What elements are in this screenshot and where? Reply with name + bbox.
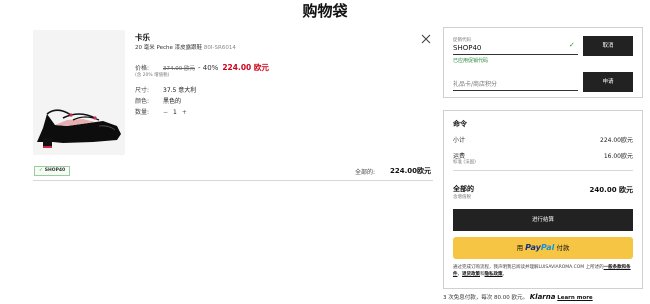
klarna-installments: 3 次免息付款，每次 80.00 欧元。 Klarna Learn more (443, 293, 593, 301)
product-code: 80I-SR6014 (203, 45, 236, 51)
subtotal-label: 小计 (453, 137, 466, 144)
promo-valid-check-icon: ✓ (569, 41, 575, 49)
color-value: 黑色的 (163, 98, 182, 105)
shipping-method: 标准 (法国) (453, 160, 476, 165)
color-label: 颜色: (135, 98, 150, 105)
terms-notice: 通过完成订购流程，我声明我已阅读并理解LUISAVIAROMA.COM 上所述的… (453, 264, 635, 278)
price-label: 价格: (135, 65, 150, 72)
cancel-promo-button[interactable]: 取消 (583, 36, 633, 56)
product-name[interactable]: 20 毫米 Peche 漆皮露跟鞋 80I-SR6014 (135, 43, 236, 51)
size-label: 尺寸: (135, 87, 150, 94)
sale-price: 224.00 欧元 (222, 63, 269, 72)
quantity-row: 数量: −1 + (135, 107, 187, 116)
discount-percent: - 40% (198, 64, 219, 72)
product-image[interactable] (33, 30, 125, 155)
coupon-code-text: SHOP40 (44, 168, 66, 173)
checkout-button[interactable]: 进行结算 (453, 209, 633, 231)
gift-card-input[interactable]: 礼品卡/商店积分 (453, 79, 497, 88)
order-total-label: 全部的 (453, 185, 474, 193)
quantity-label: 数量: (135, 109, 150, 116)
paypal-prefix: 用 (516, 244, 524, 252)
order-total-vat: 含增值税 (453, 195, 471, 200)
size-row: 尺寸: 37.5 意大利 (135, 85, 196, 94)
paypal-button[interactable]: 用 PayPal 付款 (453, 237, 633, 259)
paypal-suffix: 付款 (556, 244, 570, 252)
promo-input-underline (453, 54, 578, 55)
return-policy-link[interactable]: 退货政策 (462, 272, 480, 277)
terms-text: 通过完成订购流程，我声明我已阅读并理解LUISAVIAROMA.COM 上所述的 (453, 265, 604, 270)
gift-card-underline (453, 90, 578, 91)
size-value: 37.5 意大利 (163, 87, 197, 94)
promo-applied-message: 已应用促销代码 (453, 58, 489, 64)
quantity-increase-button[interactable]: + (182, 109, 187, 116)
remove-item-icon[interactable] (420, 30, 432, 44)
page-title: 购物袋 (302, 2, 348, 20)
terms-end: 。 (502, 272, 508, 277)
vat-note: (含 20% 增值税) (135, 73, 170, 78)
klarna-logo: Klarna (529, 293, 556, 301)
klarna-learn-more-link[interactable]: Learn more (557, 295, 592, 301)
paypal-logo-pal: Pal (540, 243, 555, 252)
order-summary-panel: 命令 小计 224.00欧元 运费 标准 (法国) 16.00欧元 全部的 含增… (443, 110, 643, 289)
apply-gift-card-button[interactable]: 申请 (583, 72, 633, 92)
summary-divider (453, 170, 633, 171)
item-total-label: 全部的: (355, 169, 376, 176)
paypal-logo-pay: Pay (525, 243, 541, 252)
applied-coupon-badge: ✓ SHOP40 (34, 166, 71, 176)
product-name-text: 20 毫米 Peche 漆皮露跟鞋 (135, 45, 203, 51)
product-brand[interactable]: 卡乐 (135, 32, 150, 43)
promo-code-panel: 促销代码 SHOP40 ✓ 已应用促销代码 取消 礼品卡/商店积分 申请 (443, 27, 643, 98)
quantity-value: 1 (173, 109, 177, 116)
item-divider (33, 180, 433, 181)
promo-code-input[interactable]: SHOP40 (453, 44, 481, 52)
order-total-value: 240.00 欧元 (589, 186, 633, 194)
shipping-value: 16.00欧元 (603, 153, 633, 160)
shoe-illustration (33, 30, 125, 155)
klarna-text: 3 次免息付款，每次 80.00 欧元。 (443, 295, 528, 301)
promo-code-label: 促销代码 (453, 38, 471, 43)
item-total-value: 224.00欧元 (390, 167, 432, 175)
check-icon: ✓ (39, 168, 43, 173)
subtotal-value: 224.00欧元 (600, 137, 633, 144)
privacy-policy-link[interactable]: 隐私政策 (485, 272, 503, 277)
quantity-decrease-button[interactable]: − (163, 109, 168, 116)
order-summary-title: 命令 (453, 120, 467, 128)
color-row: 颜色: 黑色的 (135, 96, 181, 105)
